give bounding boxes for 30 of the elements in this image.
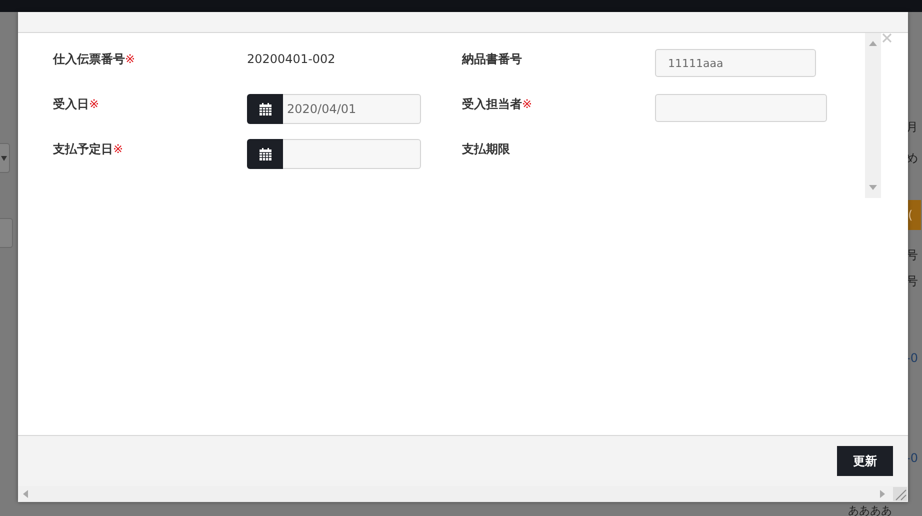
input-field[interactable] — [655, 94, 827, 122]
calendar-icon — [258, 148, 272, 160]
scroll-up-icon[interactable] — [869, 41, 877, 46]
scroll-right-icon[interactable] — [880, 490, 885, 498]
field-label: 支払予定日※ — [53, 141, 124, 158]
background-text: -0 — [906, 451, 918, 465]
close-icon[interactable] — [882, 33, 892, 43]
date-field[interactable] — [283, 139, 421, 169]
field-label: 支払期限 — [462, 141, 511, 158]
field-label: 受入担当者※ — [462, 96, 534, 113]
calendar-button[interactable] — [247, 94, 283, 124]
scroll-down-icon[interactable] — [869, 185, 877, 190]
update-button[interactable]: 更新 — [837, 446, 893, 476]
vertical-scrollbar[interactable] — [865, 33, 881, 198]
background-text: ああああ — [848, 505, 892, 516]
date-field[interactable]: 2020/04/01 — [283, 94, 421, 124]
calendar-icon — [258, 102, 272, 116]
calendar-button[interactable] — [247, 139, 283, 169]
input-field[interactable]: 11111aaa — [655, 49, 816, 77]
background-text: 号 — [906, 248, 918, 262]
resize-grip-icon[interactable] — [893, 487, 907, 501]
horizontal-scrollbar[interactable] — [18, 486, 908, 502]
background-text: 月 — [906, 120, 918, 134]
field-label: 仕入伝票番号※ — [53, 51, 136, 68]
background-text: 号 — [906, 274, 918, 288]
field-label: 受入日※ — [53, 96, 100, 113]
field-value: 20200401-002 — [247, 52, 336, 66]
background-text: -0 — [906, 351, 918, 365]
field-label: 納品書番号 — [462, 51, 523, 68]
scroll-left-icon[interactable] — [23, 490, 28, 498]
